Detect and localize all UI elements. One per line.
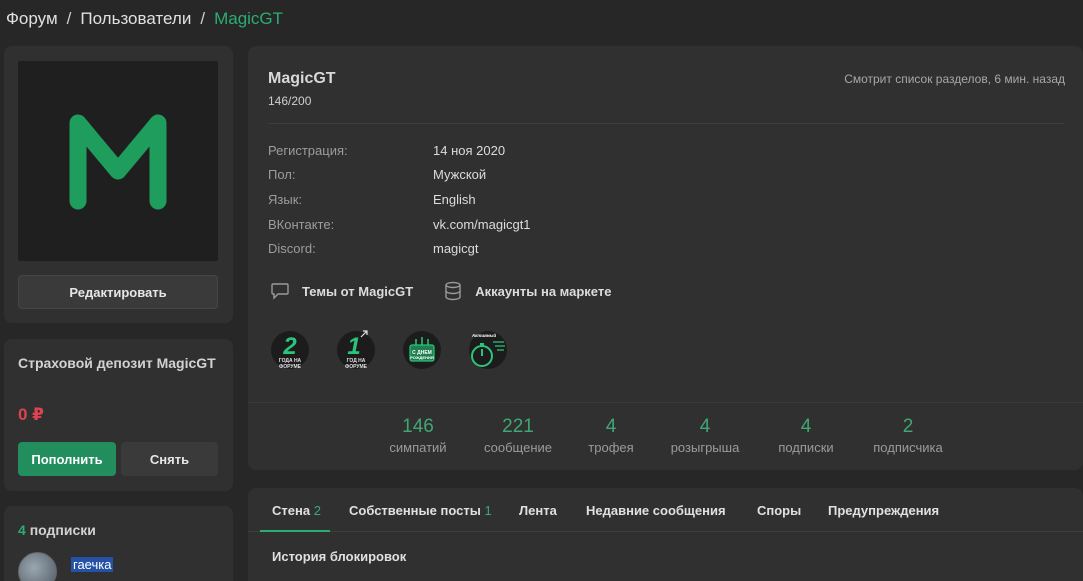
stat-number: 2 [902,416,914,437]
profile-username: MagicGT [268,70,336,87]
breadcrumb-separator: / [66,9,72,28]
info-value: Мужской [433,167,487,182]
market-link[interactable]: Аккаунты на маркете [443,281,611,301]
info-row-language: Язык: English [268,192,476,207]
breadcrumb-current: MagicGT [214,9,284,28]
topup-button[interactable]: Пополнить [18,442,116,476]
tab-bar: Стена 2 Собственные посты 1 Лента Недавн… [248,488,1083,532]
tab-disputes[interactable]: Споры [757,503,801,518]
divider [248,402,1083,403]
tab-recent-messages[interactable]: Недавние сообщения [586,503,726,518]
stat-number: 4 [605,416,617,437]
stat-label: симпатий [389,440,447,455]
breadcrumb-separator: / [200,9,206,28]
stat-label: розыгрыша [670,440,740,455]
deposit-amount: 0 ₽ [18,405,45,424]
info-label: Язык: [268,192,302,207]
info-row-registration: Регистрация: 14 ноя 2020 [268,143,505,158]
deposit-panel: Страховой депозит MagicGT 0 ₽ Пополнить … [4,339,233,491]
trophy-number: 1 [347,333,360,360]
stat-giveaways[interactable]: 4 розыгрыша [656,416,754,455]
tab-label: Собственные посты [349,503,481,518]
profile-stats: 146 симпатий 221 сообщение 4 трофея 4 ро… [366,416,958,455]
trophy-list: 2 ГОДА НА ФОРУМЕ 1 ГОД НА ФОРУМЕ С ДНЕМ … [268,328,510,372]
stat-followers[interactable]: 2 подписчика [858,416,958,455]
stat-number: 146 [402,416,434,437]
stat-label: трофея [588,440,634,455]
list-item[interactable]: гаечка [18,552,114,581]
profile-links: Темы от MagicGT Аккаунты на маркете [270,281,611,301]
trophy-caption: РОЖДЕНИЯ [410,355,434,360]
stat-number: 4 [699,416,711,437]
info-label: Пол: [268,167,296,182]
tab-ban-history[interactable]: История блокировок [272,549,406,564]
trophy-number: 2 [282,333,297,360]
threads-link[interactable]: Темы от MagicGT [270,282,413,300]
info-value: English [433,192,476,207]
withdraw-button[interactable]: Снять [121,442,218,476]
avatar[interactable] [18,552,57,581]
profile-tabs-panel: Стена 2 Собственные посты 1 Лента Недавн… [248,488,1083,581]
tab-feed[interactable]: Лента [519,503,557,518]
chat-bubble-icon [271,283,289,300]
info-value: magicgt [433,241,479,256]
stat-label: сообщение [483,440,552,455]
info-value: 14 ноя 2020 [433,143,506,158]
deposit-title: Страховой депозит MagicGT [18,355,216,371]
info-row-discord: Discord: magicgt [268,241,479,256]
stat-messages[interactable]: 221 сообщение [470,416,566,455]
subscriptions-panel: 4 подписки гаечка [4,506,233,581]
avatar-panel: Редактировать [4,46,233,323]
profile-panel: MagicGT 146/200 Смотрит список разделов,… [248,46,1083,470]
info-value-vk-link[interactable]: vk.com/magicgt1 [433,217,531,232]
trophy-1-year-icon[interactable]: 1 ГОД НА ФОРУМЕ [334,328,378,372]
subscriptions-count: 4 [18,522,26,538]
breadcrumb-users[interactable]: Пользователи [80,9,191,29]
tab-count: 1 [484,503,492,518]
profile-rank: 146/200 [268,94,312,108]
info-row-vk: ВКонтакте: vk.com/magicgt1 [268,217,531,232]
stat-number: 4 [800,416,812,437]
last-seen-status[interactable]: Смотрит список разделов, 6 мин. назад [844,72,1065,86]
database-icon [445,281,461,301]
divider [268,123,1064,124]
info-label: ВКонтакте: [268,217,335,232]
breadcrumb: Форум / Пользователи / MagicGT [6,9,283,29]
stat-number: 221 [502,416,534,437]
stat-label: подписчика [873,440,943,455]
subscriptions-title[interactable]: 4 подписки [18,522,96,538]
trophy-birthday-cake-icon[interactable]: С ДНЕМ РОЖДЕНИЯ [400,328,444,372]
stat-trophies[interactable]: 4 трофея [566,416,656,455]
threads-link-label: Темы от MagicGT [302,283,414,299]
stat-label: подписки [778,440,834,455]
trophy-active-stopwatch-icon[interactable]: Активный [466,328,510,372]
tab-count: 2 [313,503,321,518]
info-label: Регистрация: [268,143,348,158]
tab-own-posts[interactable]: Собственные посты 1 [349,503,492,518]
avatar-letter-icon [69,114,167,210]
trophy-caption: Активный [471,332,497,338]
market-link-label: Аккаунты на маркете [475,283,612,299]
stat-subscriptions[interactable]: 4 подписки [754,416,858,455]
stat-likes[interactable]: 146 симпатий [366,416,470,455]
tab-wall[interactable]: Стена 2 [272,503,321,518]
info-row-gender: Пол: Мужской [268,167,486,182]
info-label: Discord: [268,241,316,256]
subscriptions-label: подписки [29,522,96,538]
subscription-name[interactable]: гаечка [71,557,114,572]
tab-label: Стена [272,503,311,518]
trophy-caption: ФОРУМЕ [345,364,368,370]
breadcrumb-forum[interactable]: Форум [6,9,58,29]
tab-warnings[interactable]: Предупреждения [828,503,939,518]
trophy-caption: ФОРУМЕ [279,364,302,370]
edit-profile-button[interactable]: Редактировать [18,275,218,309]
avatar[interactable] [18,61,218,261]
active-tab-indicator [260,530,330,532]
trophy-2-years-icon[interactable]: 2 ГОДА НА ФОРУМЕ [268,328,312,372]
